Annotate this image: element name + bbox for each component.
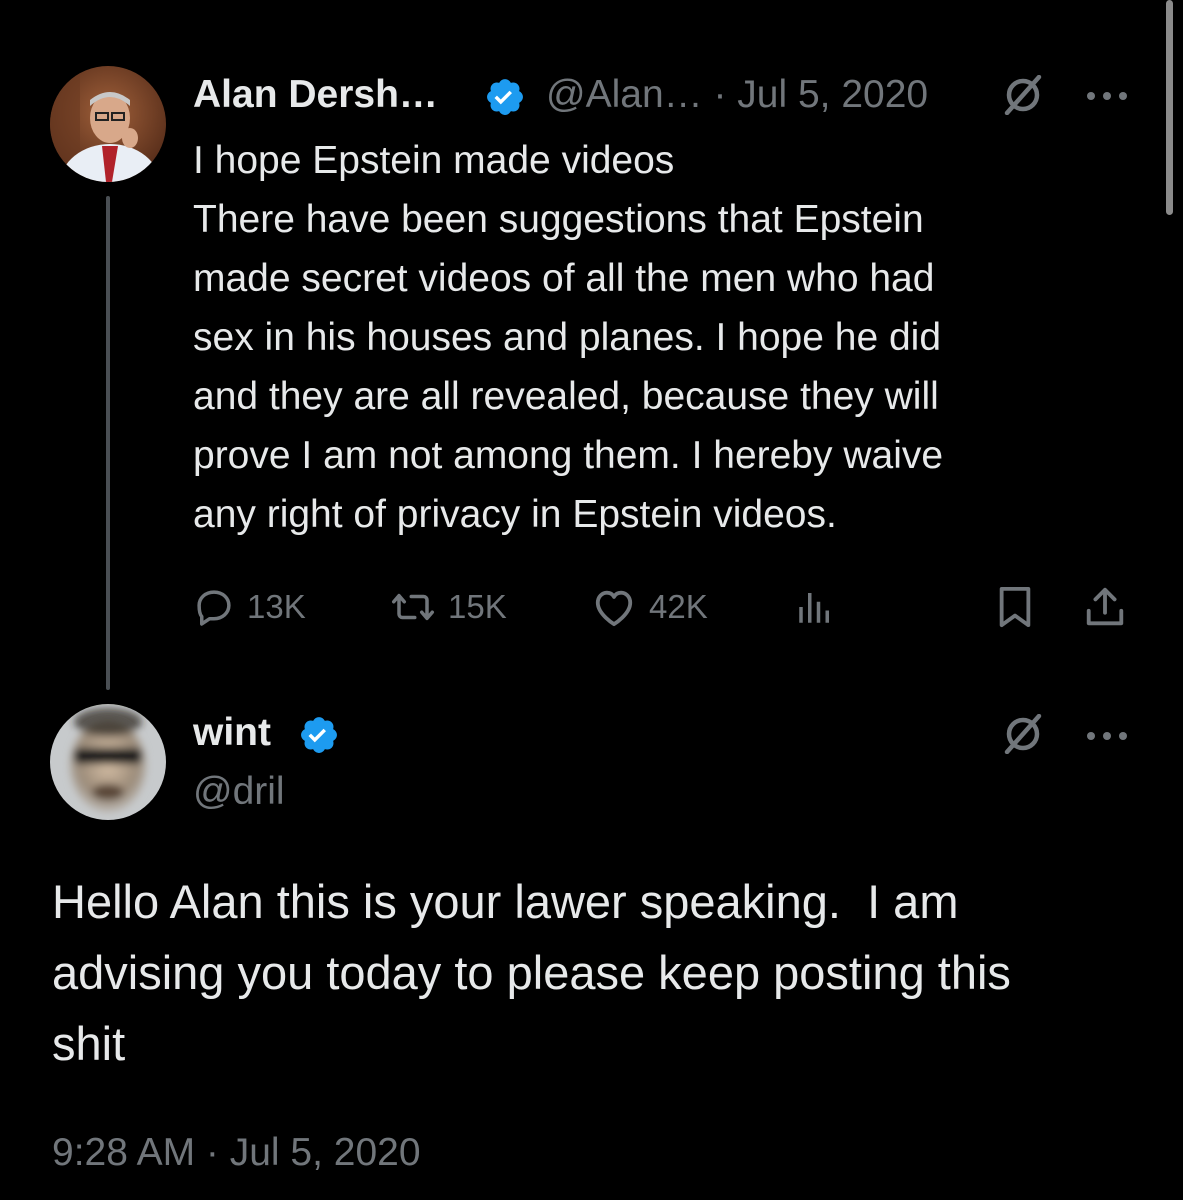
verified-badge-icon[interactable] xyxy=(484,76,526,118)
parent-author-name[interactable]: Alan Dersh… xyxy=(193,70,438,120)
tweet-text-line: made secret videos of all the men who ha… xyxy=(193,257,935,300)
thread-connector-line xyxy=(106,196,110,690)
tweet-text-line: I hope Epstein made videos xyxy=(193,139,675,182)
bookmark-button[interactable] xyxy=(994,583,1036,631)
tweet-text-line: and they are all revealed, because they … xyxy=(193,375,939,418)
like-icon xyxy=(595,590,633,627)
more-options-icon[interactable] xyxy=(1084,710,1130,760)
main-author-handle[interactable]: @dril xyxy=(193,767,285,817)
tweet-text-line: Hello Alan this is your lawer speaking. … xyxy=(52,875,959,928)
views-button[interactable] xyxy=(794,583,836,631)
reply-count: 13K xyxy=(247,588,306,625)
repost-icon xyxy=(392,593,434,621)
tweet-text-line: prove I am not among them. I hereby waiv… xyxy=(193,434,944,477)
tweet-text-line: sex in his houses and planes. I hope he … xyxy=(193,316,942,359)
reply-icon xyxy=(197,590,231,626)
like-count: 42K xyxy=(649,588,708,625)
reply-button[interactable]: 13K xyxy=(193,583,306,631)
bookmark-icon xyxy=(999,586,1031,628)
main-author-avatar[interactable] xyxy=(50,704,166,820)
parent-author-avatar[interactable] xyxy=(50,66,166,182)
tweet-text-line: advising you today to please keep postin… xyxy=(52,946,1011,999)
verified-badge-icon[interactable] xyxy=(298,714,340,756)
share-button[interactable] xyxy=(1082,583,1128,631)
tweet-timestamp[interactable]: 9:28 AM · Jul 5, 2020 xyxy=(52,1125,421,1181)
scrollbar[interactable] xyxy=(1166,0,1173,215)
like-button[interactable]: 42K xyxy=(591,583,708,631)
grok-icon[interactable] xyxy=(1003,713,1043,755)
tweet-text-line: any right of privacy in Epstein videos. xyxy=(193,493,837,536)
main-tweet-text: Hello Alan this is your lawer speaking. … xyxy=(52,866,1152,1079)
share-icon xyxy=(1086,587,1124,626)
parent-handle-and-date[interactable]: @Alan… · Jul 5, 2020 xyxy=(546,70,928,120)
tweet-text-line: There have been suggestions that Epstein xyxy=(193,198,924,241)
avatar-photo xyxy=(50,66,166,182)
more-options-icon[interactable] xyxy=(1084,70,1130,120)
parent-tweet-text: I hope Epstein made videos There have be… xyxy=(193,131,1093,544)
grok-icon[interactable] xyxy=(1003,74,1043,116)
repost-button[interactable]: 15K xyxy=(390,583,507,631)
repost-count: 15K xyxy=(448,588,507,625)
tweet-text-line: shit xyxy=(52,1017,126,1070)
views-icon xyxy=(799,593,829,623)
main-author-name[interactable]: wint xyxy=(193,708,271,758)
avatar-photo xyxy=(50,704,166,820)
